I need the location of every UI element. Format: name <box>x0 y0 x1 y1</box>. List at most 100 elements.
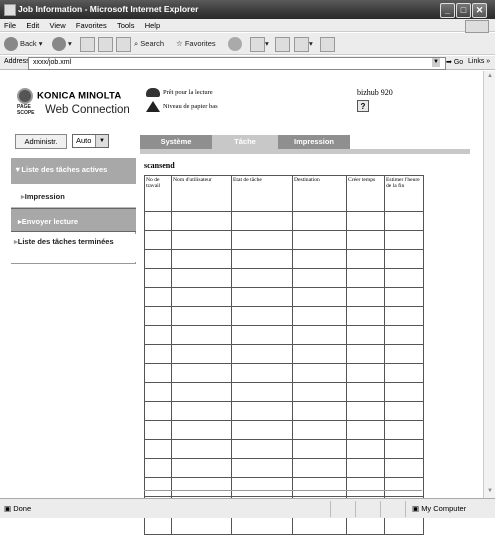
table-row <box>144 439 424 459</box>
column-header-estimated-end: Estimer l'heure de la fin <box>384 175 424 212</box>
table-cell <box>292 458 347 478</box>
table-cell <box>292 325 347 345</box>
table-cell <box>171 515 232 535</box>
maximize-button[interactable]: □ <box>456 3 471 18</box>
menu-favorites[interactable]: Favorites <box>72 19 111 32</box>
stop-icon <box>80 36 95 52</box>
help-icon[interactable]: ? <box>357 100 369 112</box>
table-cell <box>292 249 347 269</box>
scroll-up-icon[interactable]: ▲ <box>486 73 494 81</box>
pagescope-web-connection-logo: PAGE SCOPE Web Connection <box>17 104 130 117</box>
sidebar-item-send-scan[interactable]: ▸Envoyer lecture <box>11 208 136 232</box>
mail-icon <box>250 36 265 52</box>
table-cell <box>384 477 424 497</box>
table-cell <box>384 401 424 421</box>
table-cell <box>171 268 232 288</box>
menu-edit[interactable]: Edit <box>22 19 43 32</box>
refresh-button[interactable] <box>98 36 113 52</box>
table-cell <box>231 306 293 326</box>
tab-tache[interactable]: Tâche <box>212 135 278 149</box>
table-cell <box>231 401 293 421</box>
go-button[interactable]: ➡ Go <box>446 58 463 66</box>
history-button[interactable] <box>228 36 244 52</box>
table-cell <box>384 249 424 269</box>
table-cell <box>144 249 172 269</box>
table-cell <box>231 382 293 402</box>
messenger-button[interactable] <box>320 36 335 52</box>
address-label: Address <box>4 58 30 65</box>
table-cell <box>171 382 232 402</box>
vertical-scrollbar[interactable]: ▲ ▼ <box>483 71 495 498</box>
table-cell <box>231 211 293 231</box>
menu-help[interactable]: Help <box>141 19 164 32</box>
home-button[interactable] <box>116 36 131 52</box>
back-button[interactable]: Back ▾ <box>4 36 43 52</box>
sidebar-item-impression[interactable]: ▸Impression <box>11 184 136 208</box>
table-row <box>144 249 424 269</box>
status-separator <box>380 501 381 517</box>
table-cell <box>292 401 347 421</box>
table-cell <box>231 344 293 364</box>
mode-select[interactable]: Auto ▼ <box>72 134 109 148</box>
table-row <box>144 211 424 231</box>
table-cell <box>231 420 293 440</box>
table-cell <box>346 363 385 383</box>
table-cell <box>231 287 293 307</box>
table-row <box>144 344 424 364</box>
links-button[interactable]: Links » <box>468 58 490 65</box>
table-cell <box>346 268 385 288</box>
search-button[interactable]: ⌕ Search <box>134 36 164 52</box>
forward-button[interactable]: ▾ <box>52 36 72 52</box>
table-cell <box>231 325 293 345</box>
column-header-destination: Destination <box>292 175 347 212</box>
address-dropdown-icon[interactable]: ▼ <box>432 58 440 67</box>
table-cell <box>346 230 385 250</box>
table-cell <box>384 268 424 288</box>
table-row <box>144 477 424 497</box>
stop-button[interactable] <box>80 36 95 52</box>
table-cell <box>144 439 172 459</box>
sidebar-item-active-jobs[interactable]: ▼Liste des tâches actives <box>11 158 136 184</box>
device-model: bizhub 920 <box>357 88 393 97</box>
tab-systeme[interactable]: Système <box>140 135 212 149</box>
close-button[interactable]: ✕ <box>472 3 487 18</box>
messenger-icon <box>320 36 335 52</box>
tab-impression[interactable]: Impression <box>278 135 350 149</box>
refresh-icon <box>98 36 113 52</box>
menu-view[interactable]: View <box>46 19 70 32</box>
table-row <box>144 515 424 535</box>
table-cell <box>171 344 232 364</box>
table-cell <box>384 306 424 326</box>
administrator-button[interactable]: Administr. <box>15 134 67 149</box>
edit-button[interactable]: ▾ <box>294 36 313 52</box>
bottom-divider <box>144 490 422 491</box>
table-cell <box>171 230 232 250</box>
table-cell <box>384 211 424 231</box>
address-input[interactable]: xxxx/job.xml <box>28 57 446 70</box>
menu-tools[interactable]: Tools <box>113 19 139 32</box>
star-icon: ☆ <box>176 39 183 48</box>
table-cell <box>144 306 172 326</box>
address-bar: Address xxxx/job.xml ▼ ➡ Go Links » <box>0 56 495 70</box>
table-row <box>144 306 424 326</box>
table-cell <box>231 515 293 535</box>
table-cell <box>144 477 172 497</box>
scroll-down-icon[interactable]: ▼ <box>486 488 494 496</box>
page-title: scansend <box>144 161 175 170</box>
table-row <box>144 287 424 307</box>
sidebar-item-finished-jobs[interactable]: ▸Liste des tâches terminées <box>11 234 136 262</box>
table-cell <box>171 363 232 383</box>
mail-button[interactable]: ▾ <box>250 36 269 52</box>
search-icon: ⌕ <box>134 39 139 48</box>
favorites-button[interactable]: ☆ Favorites <box>176 36 216 52</box>
chevron-down-icon: ▼ <box>95 135 108 147</box>
table-cell <box>292 363 347 383</box>
table-header-row: No de travail Nom d'utilisateur Etat de … <box>144 175 424 212</box>
table-cell <box>144 287 172 307</box>
menu-file[interactable]: File <box>0 19 20 32</box>
print-button[interactable] <box>275 36 290 52</box>
table-cell <box>292 344 347 364</box>
table-cell <box>292 477 347 497</box>
minimize-button[interactable]: _ <box>440 3 455 18</box>
table-cell <box>292 306 347 326</box>
